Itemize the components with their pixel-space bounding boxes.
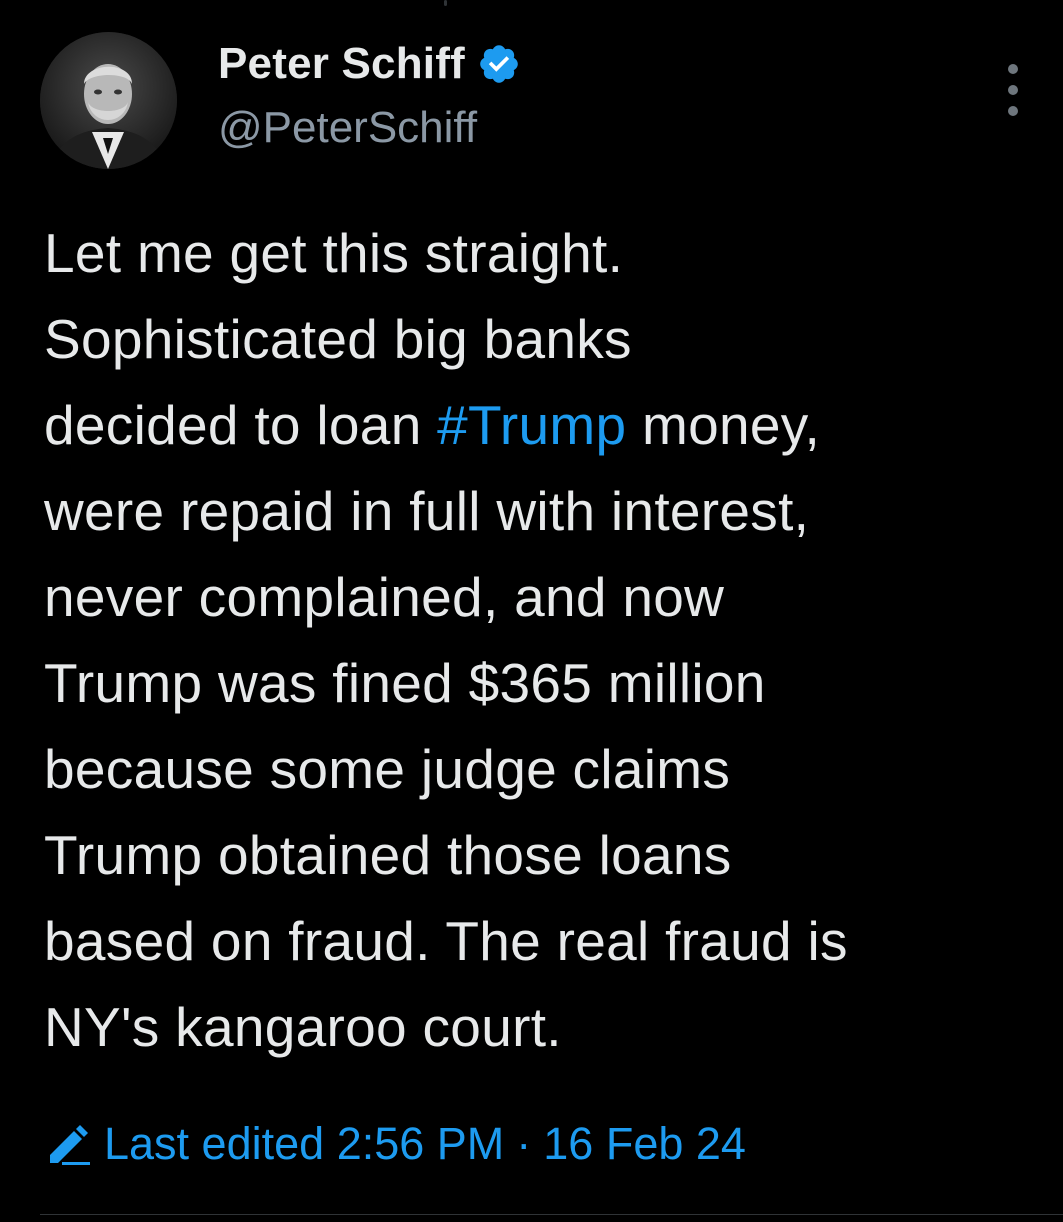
divider (40, 1214, 1063, 1215)
more-dot (1008, 106, 1018, 116)
edited-date: 16 Feb 24 (543, 1118, 746, 1169)
avatar[interactable] (40, 32, 177, 169)
tweet-line: decided to loan #Trump money, (44, 382, 1044, 468)
hashtag-link[interactable]: #Trump (437, 394, 626, 456)
handle[interactable]: @PeterSchiff (218, 100, 477, 156)
edited-time: 2:56 PM (336, 1118, 505, 1169)
tweet-line: based on fraud. The real fraud is (44, 910, 848, 972)
tweet-text-segment: money, (626, 394, 821, 456)
more-dot (1008, 64, 1018, 74)
display-name[interactable]: Peter Schiff (218, 39, 465, 89)
tweet-line: Sophisticated big banks (44, 308, 632, 370)
edited-label: Last edited (104, 1118, 325, 1169)
tweet-header: Peter Schiff @PeterSchiff (0, 0, 1063, 190)
avatar-photo (40, 32, 177, 169)
tweet-line: because some judge claims (44, 738, 731, 800)
tweet-line: NY's kangaroo court. (44, 996, 562, 1058)
tweet-text-segment: decided to loan (44, 394, 438, 456)
more-options-icon[interactable] (996, 60, 1030, 120)
tweet-line: Trump obtained those loans (44, 824, 732, 886)
more-dot (1008, 85, 1018, 95)
tweet-line: were repaid in full with interest, (44, 480, 810, 542)
name-row: Peter Schiff (218, 36, 521, 92)
verified-badge-icon (477, 42, 521, 86)
tweet-line: Let me get this straight. (44, 222, 624, 284)
pencil-edit-icon (44, 1121, 94, 1167)
tweet-line: never complained, and now (44, 566, 725, 628)
edit-history-link[interactable]: Last edited 2:56 PM · 16 Feb 24 (44, 1112, 746, 1176)
tweet-text: Let me get this straight. Sophisticated … (44, 210, 1044, 1070)
separator: · (516, 1118, 532, 1169)
tweet-line: Trump was fined $365 million (44, 652, 766, 714)
